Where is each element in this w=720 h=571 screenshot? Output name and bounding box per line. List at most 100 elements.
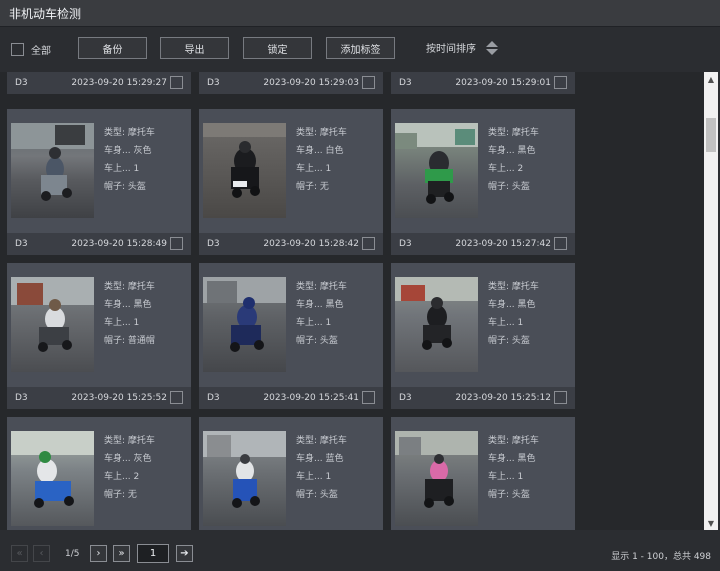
vehicle-thumbnail[interactable] bbox=[11, 431, 94, 526]
vehicle-thumbnail[interactable] bbox=[203, 277, 286, 372]
vehicle-attributes: 类型: 摩托车 车身... 黑色 车上... 1 帽子: 头盔 bbox=[296, 278, 347, 350]
attr-helmet: 帽子: 头盔 bbox=[488, 490, 530, 500]
motorcycle-rider-image bbox=[203, 431, 286, 508]
card-footer: D3 2023-09-20 15:28:42 bbox=[199, 233, 383, 255]
scrollbar-thumb[interactable] bbox=[706, 118, 716, 152]
card-select-checkbox[interactable] bbox=[170, 237, 183, 250]
first-page-icon[interactable]: « bbox=[11, 545, 28, 562]
card-select-checkbox[interactable] bbox=[554, 237, 567, 250]
lock-button[interactable]: 锁定 bbox=[243, 37, 312, 59]
attr-helmet: 帽子: 头盔 bbox=[104, 182, 146, 192]
camera-label: D3 bbox=[15, 393, 28, 403]
page-number-input[interactable] bbox=[137, 544, 169, 563]
card-select-checkbox[interactable] bbox=[554, 76, 567, 89]
vehicle-attributes: 类型: 摩托车 车身... 黑色 车上... 2 帽子: 头盔 bbox=[488, 124, 539, 196]
result-card[interactable]: 类型: 摩托车 车身... 黑色 车上... 2 帽子: 头盔 D3 2023-… bbox=[391, 109, 575, 255]
vehicle-thumbnail[interactable] bbox=[203, 123, 286, 218]
sort-descending-icon[interactable] bbox=[486, 48, 498, 55]
camera-label: D3 bbox=[399, 78, 412, 88]
motorcycle-rider-image bbox=[395, 123, 478, 204]
vehicle-thumbnail[interactable] bbox=[11, 123, 94, 218]
prev-page-icon[interactable]: ‹ bbox=[33, 545, 50, 562]
attr-helmet: 帽子: 头盔 bbox=[488, 336, 530, 346]
sort-by-time-control[interactable]: 按时间排序 bbox=[426, 40, 498, 55]
card-select-checkbox[interactable] bbox=[554, 391, 567, 404]
card-select-checkbox[interactable] bbox=[170, 76, 183, 89]
select-all-label: 全部 bbox=[31, 46, 51, 57]
vehicle-attributes: 类型: 摩托车 车身... 黑色 车上... 1 帽子: 普通帽 bbox=[104, 278, 155, 350]
result-card[interactable]: 类型: 摩托车 车身... 黑色 车上... 1 帽子: 头盔 D3 2023-… bbox=[199, 263, 383, 409]
capture-time: 2023-09-20 15:25:52 bbox=[71, 393, 167, 403]
attr-body-color: 车身... 黑色 bbox=[488, 454, 536, 464]
result-card[interactable]: 类型: 摩托车 车身... 灰色 车上... 1 帽子: 头盔 D3 2023-… bbox=[7, 109, 191, 255]
select-all-checkbox[interactable] bbox=[11, 43, 24, 56]
vehicle-attributes: 类型: 摩托车 车身... 黑色 车上... 1 帽子: 头盔 bbox=[488, 432, 539, 504]
sort-toggle-icon[interactable] bbox=[486, 40, 498, 55]
capture-time: 2023-09-20 15:28:42 bbox=[263, 239, 359, 249]
go-to-page-icon[interactable]: ➔ bbox=[176, 545, 193, 562]
card-body: 类型: 摩托车 车身... 黑色 车上... 1 帽子: 普通帽 bbox=[7, 263, 191, 387]
attr-type: 类型: 摩托车 bbox=[104, 282, 155, 292]
card-footer: D3 2023-09-20 15:25:41 bbox=[199, 387, 383, 409]
camera-label: D3 bbox=[399, 393, 412, 403]
vehicle-attributes: 类型: 摩托车 车身... 蓝色 车上... 1 帽子: 头盔 bbox=[296, 432, 347, 504]
attr-type: 类型: 摩托车 bbox=[488, 128, 539, 138]
attr-riders: 车上... 1 bbox=[296, 318, 332, 328]
result-card[interactable]: 类型: 摩托车 车身... 黑色 车上... 1 帽子: 头盔 bbox=[391, 417, 575, 530]
result-card[interactable]: 类型: 摩托车 车身... 黑色 车上... 1 帽子: 普通帽 D3 2023… bbox=[7, 263, 191, 409]
card-footer: D3 2023-09-20 15:27:42 bbox=[391, 233, 575, 255]
result-card[interactable]: D3 2023-09-20 15:29:01 bbox=[391, 72, 575, 94]
camera-label: D3 bbox=[399, 239, 412, 249]
attr-type: 类型: 摩托车 bbox=[296, 128, 347, 138]
motorcycle-rider-image bbox=[11, 123, 94, 201]
card-select-checkbox[interactable] bbox=[362, 76, 375, 89]
attr-helmet: 帽子: 普通帽 bbox=[104, 336, 155, 346]
capture-time: 2023-09-20 15:25:12 bbox=[455, 393, 551, 403]
capture-time: 2023-09-20 15:25:41 bbox=[263, 393, 359, 403]
attr-body-color: 车身... 黑色 bbox=[488, 146, 536, 156]
export-button[interactable]: 导出 bbox=[160, 37, 229, 59]
next-page-icon[interactable]: › bbox=[90, 545, 107, 562]
backup-button[interactable]: 备份 bbox=[78, 37, 147, 59]
attr-body-color: 车身... 灰色 bbox=[104, 454, 152, 464]
attr-helmet: 帽子: 无 bbox=[296, 182, 329, 192]
window-title: 非机动车检测 bbox=[9, 6, 82, 21]
vehicle-thumbnail[interactable] bbox=[395, 431, 478, 526]
attr-body-color: 车身... 蓝色 bbox=[296, 454, 344, 464]
attr-type: 类型: 摩托车 bbox=[488, 436, 539, 446]
attr-riders: 车上... 2 bbox=[488, 164, 524, 174]
sort-ascending-icon[interactable] bbox=[486, 40, 498, 47]
result-card[interactable]: 类型: 摩托车 车身... 白色 车上... 1 帽子: 无 D3 2023-0… bbox=[199, 109, 383, 255]
scroll-up-icon[interactable]: ▲ bbox=[704, 72, 718, 86]
result-card[interactable]: D3 2023-09-20 15:29:03 bbox=[199, 72, 383, 94]
card-body: 类型: 摩托车 车身... 黑色 车上... 2 帽子: 头盔 bbox=[391, 109, 575, 233]
attr-riders: 车上... 1 bbox=[296, 164, 332, 174]
vehicle-thumbnail[interactable] bbox=[203, 431, 286, 526]
results-summary: 显示 1 - 100，总共 498 bbox=[611, 552, 711, 562]
scroll-down-icon[interactable]: ▼ bbox=[704, 516, 718, 530]
motorcycle-rider-image bbox=[203, 277, 286, 352]
result-card[interactable]: 类型: 摩托车 车身... 蓝色 车上... 1 帽子: 头盔 bbox=[199, 417, 383, 530]
card-select-checkbox[interactable] bbox=[362, 237, 375, 250]
result-card[interactable]: 类型: 摩托车 车身... 灰色 车上... 2 帽子: 无 bbox=[7, 417, 191, 530]
attr-riders: 车上... 1 bbox=[104, 318, 140, 328]
capture-time: 2023-09-20 15:29:03 bbox=[263, 78, 359, 88]
vehicle-thumbnail[interactable] bbox=[395, 277, 478, 372]
result-card[interactable]: D3 2023-09-20 15:29:27 bbox=[7, 72, 191, 94]
vehicle-thumbnail[interactable] bbox=[395, 123, 478, 218]
add-tag-button[interactable]: 添加标签 bbox=[326, 37, 395, 59]
card-footer: D3 2023-09-20 15:25:52 bbox=[7, 387, 191, 409]
card-body: 类型: 摩托车 车身... 黑色 车上... 1 帽子: 头盔 bbox=[199, 263, 383, 387]
vertical-scrollbar[interactable]: ▲ ▼ bbox=[704, 72, 718, 530]
attr-riders: 车上... 1 bbox=[104, 164, 140, 174]
result-card[interactable]: 类型: 摩托车 车身... 黑色 车上... 1 帽子: 头盔 D3 2023-… bbox=[391, 263, 575, 409]
pagination-bar: « ‹ 1/5 › » ➔ 显示 1 - 100，总共 498 bbox=[0, 531, 720, 571]
results-grid: D3 2023-09-20 15:29:27 D3 2023-09-20 15:… bbox=[0, 72, 704, 530]
card-select-checkbox[interactable] bbox=[362, 391, 375, 404]
motorcycle-rider-image bbox=[203, 123, 286, 198]
vehicle-thumbnail[interactable] bbox=[11, 277, 94, 372]
card-body: 类型: 摩托车 车身... 灰色 车上... 1 帽子: 头盔 bbox=[7, 109, 191, 233]
last-page-icon[interactable]: » bbox=[113, 545, 130, 562]
card-select-checkbox[interactable] bbox=[170, 391, 183, 404]
select-all-control[interactable]: 全部 bbox=[11, 42, 51, 57]
